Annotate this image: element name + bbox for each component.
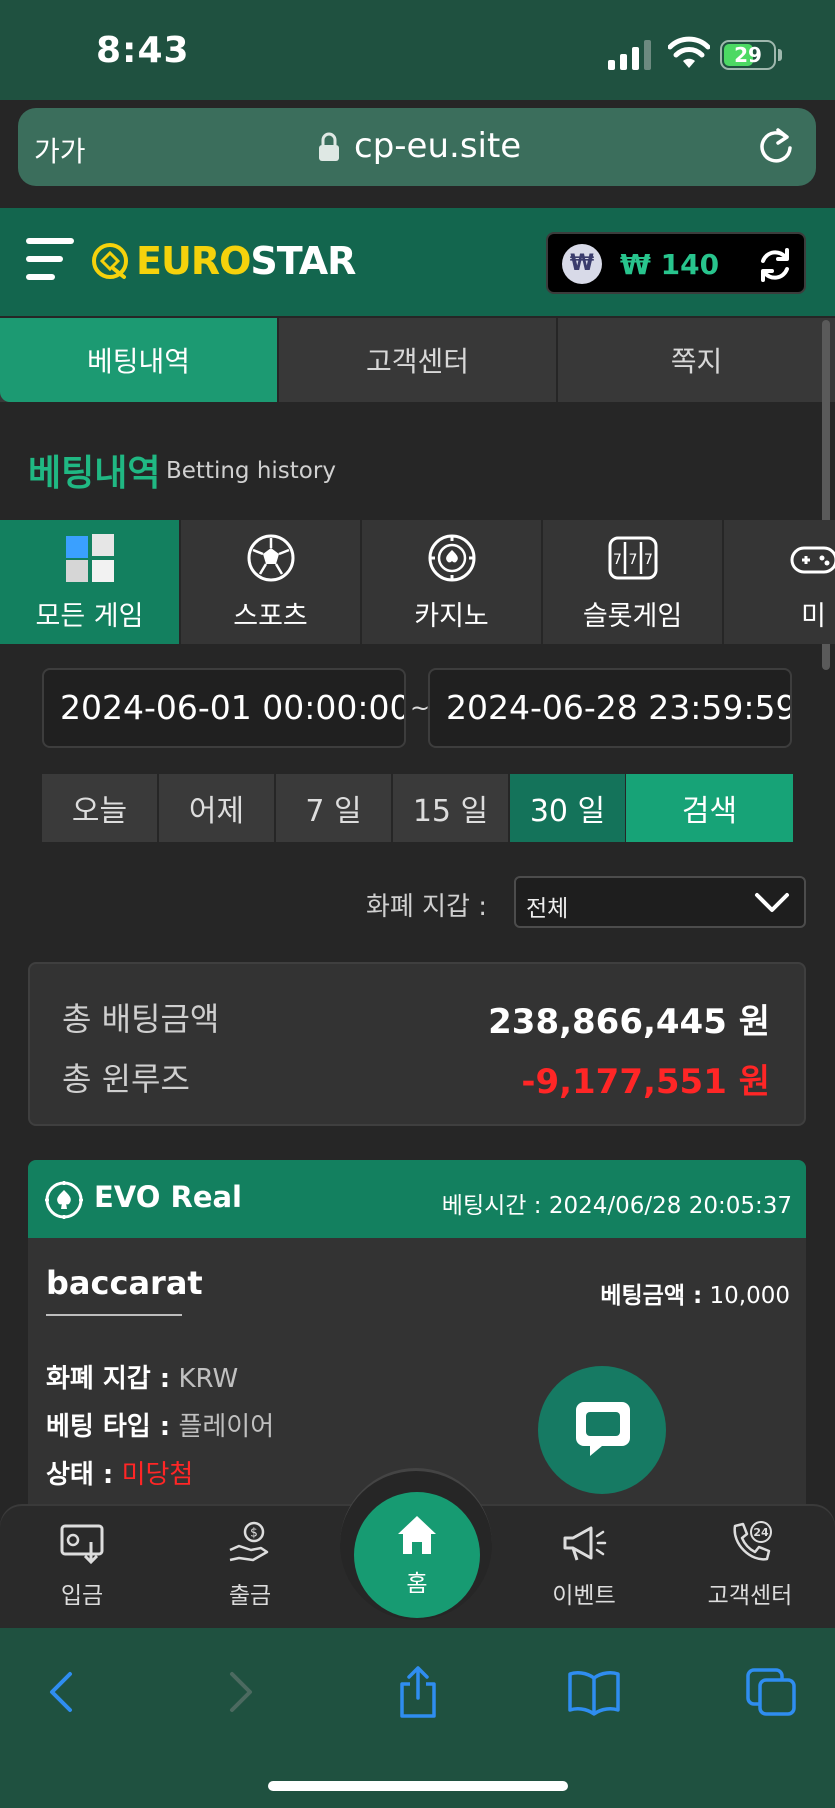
share-icon[interactable]: [390, 1664, 446, 1720]
bet-time: 베팅시간 : 2024/06/28 20:05:37: [441, 1193, 792, 1219]
home-indicator: [268, 1781, 568, 1791]
logo-text: EUROSTAR: [136, 239, 356, 283]
status-time: 8:43: [96, 30, 190, 71]
wallet-filter-value: 전체: [526, 896, 569, 922]
category-casino[interactable]: 카지노: [362, 520, 543, 644]
range-15-days-button[interactable]: 15 일: [393, 774, 508, 842]
svg-text:$: $: [250, 1526, 258, 1540]
wallet-balance: ₩ ₩ 140: [546, 232, 806, 294]
reload-icon[interactable]: [756, 126, 796, 166]
date-from-input[interactable]: 2024-06-01 00:00:00: [42, 668, 406, 748]
won-coin-icon: ₩: [562, 244, 602, 284]
site-logo[interactable]: EUROSTAR: [90, 236, 356, 286]
chat-bubble-icon: [576, 1402, 630, 1456]
category-slots[interactable]: 7 7 7 슬롯게임: [543, 520, 724, 644]
game-category-tabs: 모든 게임 스포츠 카지노 7 7 7 슬롯게임 미: [0, 520, 835, 644]
svg-text:7: 7: [644, 552, 653, 568]
hamburger-menu-icon[interactable]: [26, 238, 74, 282]
bet-type: 베팅 타입 : 플레이어: [46, 1412, 275, 1442]
bet-wallet: 화폐 지갑 : KRW: [46, 1364, 239, 1394]
logo-mark-icon: [92, 243, 128, 279]
chevron-down-icon: [755, 893, 789, 912]
site-header: EUROSTAR ₩ ₩ 140: [0, 208, 835, 316]
range-yesterday-button[interactable]: 어제: [159, 774, 274, 842]
megaphone-icon: [563, 1526, 607, 1561]
tab-betting-history[interactable]: 베팅내역: [0, 318, 279, 402]
bet-amount: 베팅금액 : 10,000: [600, 1283, 790, 1309]
back-icon[interactable]: [34, 1664, 90, 1720]
bet-record-card: EVO Real 베팅시간 : 2024/06/28 20:05:37 bacc…: [28, 1160, 806, 1520]
svg-text:7: 7: [628, 552, 637, 568]
lock-icon: [319, 132, 339, 161]
bookmarks-icon[interactable]: [566, 1664, 622, 1720]
range-30-days-button[interactable]: 30 일: [510, 774, 625, 842]
support-24-icon: 24: [733, 1521, 772, 1561]
category-sports[interactable]: 스포츠: [181, 520, 362, 644]
svg-text:24: 24: [753, 1526, 769, 1539]
wifi-icon: [668, 36, 710, 68]
address-bar[interactable]: 가가 cp-eu.site: [18, 108, 816, 186]
date-to-input[interactable]: 2024-06-28 23:59:59: [428, 668, 792, 748]
text-size-button[interactable]: 가가: [34, 130, 86, 170]
nav-withdraw[interactable]: $ 출금: [190, 1520, 310, 1610]
total-winloss-value: -9,177,551 원: [521, 1062, 770, 1102]
nav-deposit[interactable]: 입금: [22, 1520, 142, 1610]
battery-icon: 29: [720, 40, 776, 70]
casino-chip-icon: [45, 1181, 83, 1219]
url-text[interactable]: cp-eu.site: [354, 126, 521, 166]
bet-provider: EVO Real: [94, 1180, 243, 1214]
balance-amount: ₩ 140: [620, 248, 720, 281]
top-tabs: 베팅내역 고객센터 쪽지: [0, 318, 835, 402]
total-bet-label: 총 배팅금액: [62, 1000, 220, 1038]
wallet-filter-select[interactable]: 전체: [514, 876, 806, 928]
slot-machine-icon: 7 7 7: [608, 536, 657, 579]
withdraw-icon: $: [229, 1521, 269, 1562]
total-bet-value: 238,866,445 원: [488, 1002, 770, 1042]
live-chat-button[interactable]: [538, 1366, 666, 1494]
bet-game-name: baccarat: [46, 1264, 203, 1302]
gamepad-icon: [790, 546, 835, 573]
total-winloss-label: 총 윈루즈: [62, 1060, 190, 1098]
wallet-filter-label: 화폐 지갑 :: [366, 892, 487, 922]
page-title: 베팅내역: [28, 453, 161, 494]
summary-box: 총 배팅금액 238,866,445 원 총 윈루즈 -9,177,551 원: [28, 962, 806, 1126]
category-all-games[interactable]: 모든 게임: [0, 520, 181, 644]
nav-event[interactable]: 이벤트: [524, 1520, 644, 1610]
status-bar: 8:43 29 가가 cp-eu.site: [0, 0, 835, 186]
tab-messages[interactable]: 쪽지: [558, 318, 835, 402]
cellular-signal-icon: [608, 40, 651, 70]
battery-level: 29: [734, 43, 762, 67]
soccer-ball-icon: [247, 534, 294, 581]
tabs-icon[interactable]: [744, 1664, 800, 1720]
nav-home[interactable]: 홈: [354, 1492, 480, 1618]
all-games-icon: [65, 533, 114, 582]
range-today-button[interactable]: 오늘: [42, 774, 157, 842]
svg-text:7: 7: [613, 552, 622, 568]
search-button[interactable]: 검색: [626, 774, 793, 842]
deposit-icon: [60, 1524, 104, 1565]
tab-customer-center[interactable]: 고객센터: [279, 318, 558, 402]
category-minigame[interactable]: 미: [724, 520, 835, 644]
bet-status: 상태 : 미당첨: [46, 1460, 194, 1490]
forward-icon[interactable]: [212, 1664, 268, 1720]
nav-support[interactable]: 24 고객센터: [690, 1520, 810, 1610]
home-icon: [398, 1516, 436, 1554]
quick-range-buttons: 오늘 어제 7 일 15 일 30 일: [42, 774, 627, 842]
page-subtitle: Betting history: [166, 458, 336, 484]
bet-card-header: EVO Real 베팅시간 : 2024/06/28 20:05:37: [28, 1160, 806, 1238]
range-7-days-button[interactable]: 7 일: [276, 774, 391, 842]
casino-chip-icon: [428, 534, 475, 581]
refresh-balance-icon[interactable]: [756, 246, 794, 284]
